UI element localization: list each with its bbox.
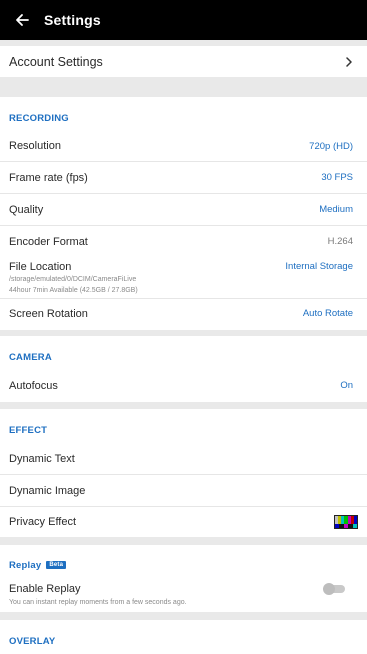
frame-rate-row[interactable]: Frame rate (fps) 30 FPS: [0, 162, 367, 193]
enable-replay-row[interactable]: Enable Replay: [0, 580, 367, 598]
beta-badge: Beta: [46, 561, 67, 570]
back-button[interactable]: [0, 0, 44, 40]
color-bars-icon: [334, 514, 358, 529]
resolution-label: Resolution: [9, 140, 61, 152]
chevron-right-icon: [346, 56, 352, 67]
screen-rotation-value: Auto Rotate: [302, 308, 353, 319]
file-location-row[interactable]: File Location Internal Storage: [0, 258, 367, 275]
enable-replay-toggle[interactable]: [323, 583, 345, 595]
screen-rotation-label: Screen Rotation: [9, 307, 88, 320]
encoder-format-value: H.264: [327, 236, 353, 247]
quality-value: Medium: [319, 204, 353, 215]
recording-section-title: RECORDING: [9, 113, 69, 124]
dynamic-image-label: Dynamic Image: [9, 484, 86, 497]
enable-replay-description: You can instant replay moments from a fe…: [9, 599, 187, 606]
quality-label: Quality: [9, 203, 44, 216]
privacy-effect-row[interactable]: Privacy Effect: [0, 507, 367, 536]
replay-title: Replay: [9, 560, 42, 571]
toggle-knob: [323, 583, 335, 595]
privacy-effect-label: Privacy Effect: [9, 515, 77, 528]
effect-section-title: EFFECT: [9, 425, 48, 436]
dynamic-image-row[interactable]: Dynamic Image: [0, 475, 367, 506]
overlay-section-title: OVERLAY: [9, 636, 56, 647]
app-bar: Settings: [0, 0, 367, 40]
resolution-value: 720p (HD): [309, 140, 353, 152]
autofocus-label: Autofocus: [9, 379, 58, 392]
frame-rate-label: Frame rate (fps): [9, 171, 88, 184]
resolution-row[interactable]: Resolution 720p (HD): [0, 131, 367, 161]
enable-replay-label: Enable Replay: [9, 583, 81, 595]
replay-section-title: Replay Beta: [9, 560, 67, 571]
file-location-label: File Location: [9, 260, 72, 273]
page-title: Settings: [44, 12, 101, 28]
camera-section-title: CAMERA: [9, 352, 52, 363]
encoder-format-row: Encoder Format H.264: [0, 226, 367, 257]
account-settings-row[interactable]: Account Settings: [0, 46, 367, 77]
autofocus-value: On: [340, 380, 353, 391]
quality-row[interactable]: Quality Medium: [0, 194, 367, 225]
screen-rotation-row[interactable]: Screen Rotation Auto Rotate: [0, 299, 367, 328]
account-settings-label: Account Settings: [9, 54, 103, 69]
dynamic-text-label: Dynamic Text: [9, 453, 75, 465]
file-location-path: /storage/emulated/0/DCIM/CameraFiLive: [9, 276, 137, 283]
dynamic-text-row[interactable]: Dynamic Text: [0, 444, 367, 474]
file-location-value: Internal Storage: [285, 261, 353, 272]
storage-available: 44hour 7min Available (42.5GB / 27.8GB): [9, 287, 138, 294]
arrow-left-icon: [16, 14, 29, 26]
autofocus-row[interactable]: Autofocus On: [0, 371, 367, 400]
encoder-format-label: Encoder Format: [9, 235, 88, 248]
frame-rate-value: 30 FPS: [321, 172, 353, 183]
